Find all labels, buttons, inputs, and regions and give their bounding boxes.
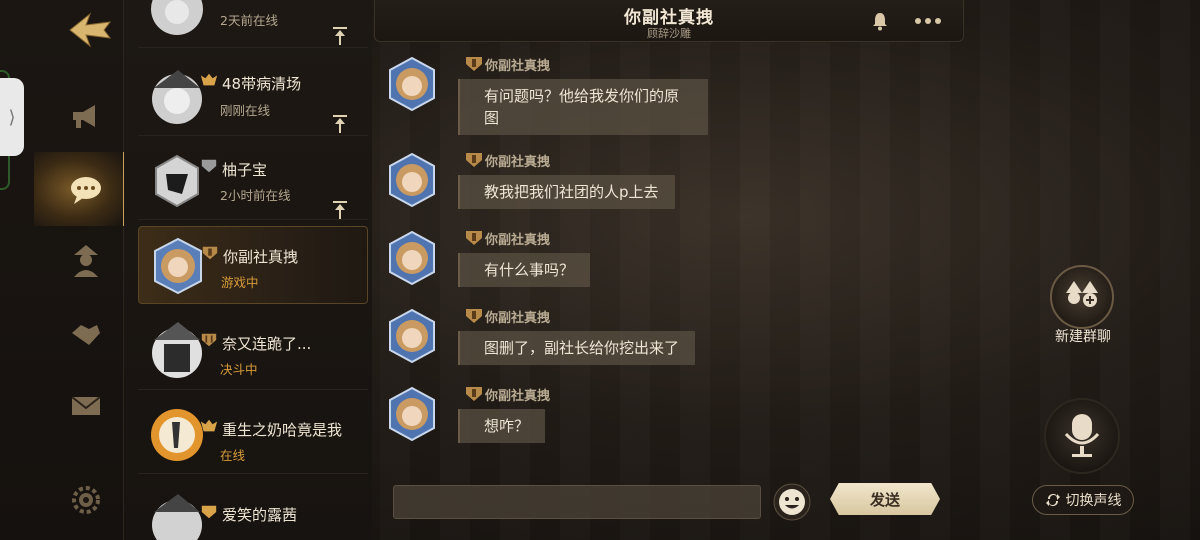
contact-item[interactable]: 2天前在线 <box>138 0 368 48</box>
contact-avatar <box>155 154 199 208</box>
emoji-icon[interactable] <box>772 482 812 522</box>
pin-icon[interactable] <box>332 114 348 134</box>
contact-avatar <box>152 494 202 540</box>
sender-name: 你副社真拽 <box>485 389 551 404</box>
contact-item[interactable]: 48带病清场 刚刚在线 <box>138 58 368 136</box>
rank-badge-icon <box>201 333 217 347</box>
contact-item[interactable]: 爱笑的露茜 <box>138 484 368 540</box>
chat-bubble-icon[interactable] <box>58 162 114 218</box>
sender-avatar[interactable] <box>384 308 440 364</box>
rank-badge-icon <box>466 231 482 245</box>
contact-avatar <box>151 409 203 461</box>
edge-drawer-handle[interactable]: ⟩ <box>0 78 24 156</box>
sender-avatar[interactable] <box>384 56 440 112</box>
contact-avatar <box>151 0 203 35</box>
settings-gear-icon[interactable] <box>58 472 114 528</box>
contact-item-selected[interactable]: 你副社真拽 游戏中 <box>138 226 368 304</box>
rank-badge-icon <box>466 387 482 401</box>
rank-badge-icon <box>466 153 482 167</box>
mail-icon[interactable] <box>58 378 114 434</box>
sender-name: 你副社真拽 <box>485 59 551 74</box>
contact-item[interactable]: 奈又连跪了... 决斗中 <box>138 312 368 390</box>
contact-item[interactable]: 重生之奶哈竟是我 在线 <box>138 396 368 474</box>
contact-avatar <box>154 237 202 295</box>
contact-item[interactable]: 柚子宝 2小时前在线 <box>138 142 368 220</box>
back-arrow-icon[interactable] <box>64 8 116 52</box>
rank-badge-icon <box>466 309 482 323</box>
contact-status: 2天前在线 <box>220 13 278 28</box>
sender-avatar[interactable] <box>384 152 440 208</box>
pin-icon[interactable] <box>332 26 348 46</box>
message-item: 你副社真拽 教我把我们社团的人p上去 <box>384 152 804 224</box>
message-bubble: 有什么事吗？ <box>458 253 591 287</box>
rank-badge-icon <box>202 246 218 260</box>
message-bubble: 图删了，副社长给你挖出来了 <box>458 331 696 365</box>
contact-name: 柚子宝 <box>222 161 268 179</box>
contact-avatar <box>152 322 202 378</box>
message-item: 你副社真拽 有什么事吗？ <box>384 230 804 302</box>
chat-header: 你副社真拽 顾辞沙雕 <box>374 0 964 42</box>
contact-status: 2小时前在线 <box>220 188 291 203</box>
sender-avatar[interactable] <box>384 230 440 286</box>
message-bubble: 教我把我们社团的人p上去 <box>458 175 675 209</box>
megaphone-icon[interactable] <box>58 88 114 144</box>
rank-badge-icon <box>466 57 482 71</box>
message-bubble: 有问题吗？他给我发你们的原图 <box>458 79 708 135</box>
contact-status: 刚刚在线 <box>220 103 271 118</box>
message-bubble: 想咋？ <box>458 409 546 443</box>
new-group-button[interactable] <box>1050 265 1114 329</box>
sender-name: 你副社真拽 <box>485 233 551 248</box>
new-group-icon <box>1066 281 1098 307</box>
rank-badge-icon <box>201 159 217 173</box>
contact-avatar <box>152 70 202 124</box>
message-item: 你副社真拽 想咋？ <box>384 386 804 458</box>
microphone-icon <box>1064 414 1100 457</box>
handshake-icon[interactable] <box>58 306 114 362</box>
contact-name: 48带病清场 <box>222 75 302 93</box>
contact-status: 游戏中 <box>221 275 259 290</box>
more-options-icon[interactable] <box>913 13 943 29</box>
contact-name: 你副社真拽 <box>223 248 299 266</box>
character-icon[interactable] <box>58 232 114 288</box>
sender-name: 你副社真拽 <box>485 311 551 326</box>
swap-icon <box>1045 494 1060 506</box>
new-group-label[interactable]: 新建群聊 <box>1040 326 1126 346</box>
rank-badge-icon <box>200 419 218 432</box>
message-item: 你副社真拽 有问题吗？他给我发你们的原图 <box>384 56 804 135</box>
message-input[interactable] <box>393 485 761 519</box>
sender-name: 你副社真拽 <box>485 155 551 170</box>
switch-voice-button[interactable]: 切换声线 <box>1032 485 1134 515</box>
voice-input-button[interactable] <box>1044 398 1120 474</box>
contact-status: 在线 <box>220 448 246 463</box>
pin-icon[interactable] <box>332 200 348 220</box>
send-button[interactable]: 发送 <box>830 483 940 515</box>
contact-name: 爱笑的露茜 <box>222 506 298 524</box>
switch-voice-label: 切换声线 <box>1065 493 1122 509</box>
contact-list: 2天前在线 48带病清场 刚刚在线 柚子宝 2小时前在线 你副社真拽 游戏中 奈… <box>124 0 372 540</box>
rank-badge-icon <box>201 505 217 519</box>
contact-status: 决斗中 <box>220 362 258 377</box>
contact-name: 奈又连跪了... <box>222 335 312 353</box>
bell-icon[interactable] <box>871 11 889 31</box>
message-item: 你副社真拽 图删了，副社长给你挖出来了 <box>384 308 804 380</box>
rank-badge-icon <box>200 73 218 86</box>
contact-name: 重生之奶哈竟是我 <box>222 421 343 439</box>
sender-avatar[interactable] <box>384 386 440 442</box>
